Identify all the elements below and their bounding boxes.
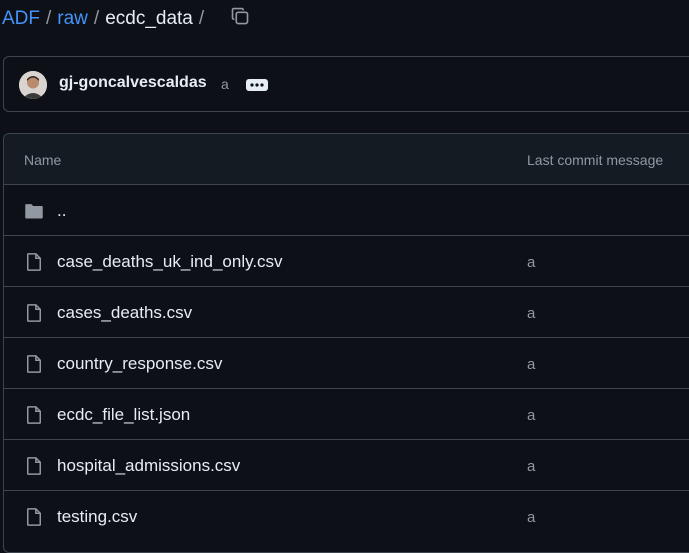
breadcrumb-link-adf[interactable]: ADF <box>2 8 40 30</box>
file-icon <box>27 508 41 526</box>
file-icon <box>27 304 41 322</box>
file-commit-message[interactable]: a <box>527 356 535 373</box>
table-row[interactable]: cases_deaths.csv a <box>4 287 689 338</box>
file-table: Name Last commit message .. case_deaths_… <box>3 133 689 553</box>
commit-author-link[interactable]: gj-goncalvescaldas <box>59 74 207 92</box>
file-icon <box>27 355 41 373</box>
breadcrumb-current: ecdc_data <box>105 8 193 29</box>
breadcrumb-link-raw[interactable]: raw <box>57 8 88 30</box>
file-link[interactable]: hospital_admissions.csv <box>57 456 240 476</box>
table-row[interactable]: case_deaths_uk_ind_only.csv a <box>4 236 689 287</box>
file-link[interactable]: testing.csv <box>57 507 137 527</box>
file-commit-message[interactable]: a <box>527 458 535 475</box>
file-link[interactable]: cases_deaths.csv <box>57 303 192 323</box>
ellipsis-icon <box>246 79 268 91</box>
copy-path-button[interactable] <box>228 4 252 28</box>
copy-icon <box>231 7 249 25</box>
latest-commit-bar: gj-goncalvescaldas a <box>3 56 689 112</box>
file-icon <box>27 253 41 271</box>
file-commit-message[interactable]: a <box>527 407 535 424</box>
column-header-name: Name <box>24 152 62 168</box>
breadcrumb: ADF / raw / ecdc_data / <box>2 6 210 32</box>
breadcrumb-separator: / <box>93 8 100 29</box>
table-row[interactable]: country_response.csv a <box>4 338 689 389</box>
folder-icon <box>25 204 43 219</box>
file-icon <box>27 406 41 424</box>
breadcrumb-separator: / <box>198 8 205 29</box>
file-link[interactable]: ecdc_file_list.json <box>57 405 190 425</box>
column-header-message: Last commit message <box>527 152 664 168</box>
parent-directory-link[interactable]: .. <box>57 201 66 221</box>
table-header: Name Last commit message <box>4 134 689 185</box>
file-icon <box>27 457 41 475</box>
commit-message-link[interactable]: a <box>221 76 229 92</box>
file-link[interactable]: case_deaths_uk_ind_only.csv <box>57 252 283 272</box>
table-row[interactable]: ecdc_file_list.json a <box>4 389 689 440</box>
file-commit-message[interactable]: a <box>527 305 535 322</box>
commit-details-button[interactable] <box>246 77 268 93</box>
file-commit-message[interactable]: a <box>527 509 535 526</box>
avatar[interactable] <box>19 71 47 99</box>
parent-directory-row[interactable]: .. <box>4 185 689 236</box>
file-commit-message[interactable]: a <box>527 254 535 271</box>
file-link[interactable]: country_response.csv <box>57 354 222 374</box>
table-row[interactable]: testing.csv a <box>4 491 689 542</box>
table-row[interactable]: hospital_admissions.csv a <box>4 440 689 491</box>
breadcrumb-separator: / <box>46 8 52 29</box>
